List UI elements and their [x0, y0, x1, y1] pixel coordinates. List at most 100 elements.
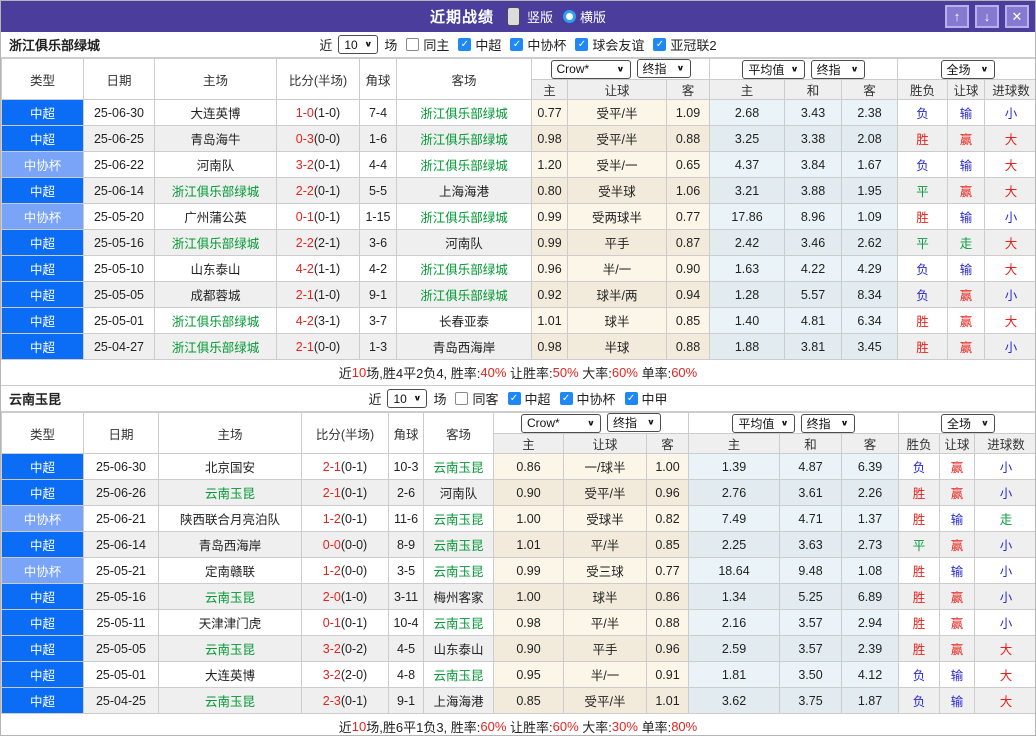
result-goals: 小: [983, 99, 1035, 126]
avg-away-odds: 2.94: [841, 609, 899, 636]
halftime-score: (0-1): [340, 615, 368, 630]
checkbox-checked[interactable]: ✓: [458, 38, 472, 51]
home-team-cell: 天津津门虎: [158, 609, 302, 636]
subcol-客: 客: [841, 79, 898, 100]
bookmaker-select-group: Crow* ∨ 终指 ∨: [531, 58, 710, 80]
avg-away-odds: 6.34: [841, 307, 898, 334]
bookmaker-select-group-select-1[interactable]: 终指 ∨: [636, 59, 691, 79]
record-summary: 近 10 场,胜4平2负4, 胜率: 40% 让胜率: 50% 大率: 60% 单率: 60…: [1, 360, 1035, 386]
average-select-group-select-1[interactable]: 终指 ∨: [800, 413, 855, 433]
bookmaker-select-group-select-1[interactable]: 终指 ∨: [607, 413, 661, 433]
matches-table: 类型 日期 主场 比分(半场) 角球 客场 Crow* ∨ 终指 ∨ 平均值 ∨ 终指 ∨ 全场 ∨ 主让球客主…: [1, 412, 1035, 714]
score-cell: 1-0(1-0): [276, 99, 360, 126]
avg-home-odds: 1.88: [709, 333, 785, 360]
col-日期: 日期: [83, 58, 155, 100]
result-handicap: 赢: [939, 609, 975, 636]
halftime-score: (2-1): [313, 235, 341, 250]
match-count-select[interactable]: 10 ∨: [338, 35, 379, 54]
subcol-进球数: 进球数: [973, 433, 1035, 454]
league-type-cell: 中超: [1, 255, 84, 282]
radio-selected-icon[interactable]: [506, 7, 520, 26]
checkbox-checked[interactable]: ✓: [653, 38, 667, 51]
league-type-cell: 中超: [1, 99, 84, 126]
score-cell: 4-2(1-1): [276, 255, 360, 282]
average-select-group-select-0[interactable]: 平均值 ∨: [742, 59, 805, 79]
league-filter-label: 球会友谊: [592, 38, 645, 53]
summary-part: 大率:: [578, 720, 612, 735]
result-winlose: 胜: [898, 583, 940, 610]
checkbox-checked[interactable]: ✓: [510, 38, 524, 51]
avg-home-odds: 1.63: [709, 255, 785, 282]
corners-cell: 1-15: [359, 203, 397, 230]
checkbox-unchecked[interactable]: [455, 392, 469, 405]
summary-part: 40%: [480, 365, 507, 380]
checkbox-checked[interactable]: ✓: [624, 392, 638, 405]
handicap-home-odds: 1.20: [531, 151, 568, 178]
match-row: 中协杯 25-05-20 广州蒲公英 0-1(0-1) 1-15 浙江俱乐部绿城 0.99 受…: [1, 203, 1035, 230]
handicap-line: 受两球半: [567, 203, 667, 230]
move-up-button[interactable]: ↑: [945, 5, 969, 28]
bookmaker-select-group-select-0[interactable]: Crow* ∨: [521, 413, 601, 433]
corners-cell: 5-5: [359, 177, 397, 204]
radio-unselected-icon[interactable]: [563, 10, 576, 23]
league-type-cell: 中超: [1, 177, 84, 204]
result-goals: 小: [973, 453, 1035, 480]
result-handicap: 输: [939, 505, 975, 532]
fulltime-select-group: 全场 ∨: [896, 58, 1035, 80]
chevron-down-icon: ∨: [586, 418, 595, 428]
checkbox-checked[interactable]: ✓: [559, 392, 573, 405]
move-down-button[interactable]: ↓: [975, 5, 999, 28]
result-goals: 大: [973, 661, 1035, 688]
checkbox-checked[interactable]: ✓: [507, 392, 521, 405]
home-team-cell: 云南玉昆: [158, 583, 302, 610]
summary-part: 10: [351, 365, 367, 380]
handicap-home-odds: 0.90: [493, 635, 564, 662]
result-handicap: 赢: [947, 333, 985, 360]
radio-horizontal-layout[interactable]: 横版: [563, 7, 606, 26]
result-winlose: 平: [897, 177, 948, 204]
handicap-away-odds: 0.86: [646, 583, 689, 610]
fulltime-select-group-select-0[interactable]: 全场 ∨: [940, 59, 995, 79]
bookmaker-select-group-select-0[interactable]: Crow* ∨: [550, 59, 631, 79]
corners-cell: 4-4: [359, 151, 397, 178]
date-cell: 25-05-05: [83, 635, 159, 662]
date-cell: 25-06-30: [83, 99, 155, 126]
home-team-cell: 大连英博: [158, 661, 302, 688]
avg-home-odds: 1.40: [709, 307, 785, 334]
avg-home-odds: 2.68: [709, 99, 785, 126]
subcol-让球: 让球: [563, 433, 647, 454]
league-type-cell: 中超: [1, 531, 84, 558]
col-角球: 角球: [359, 58, 397, 100]
col-比分(半场): 比分(半场): [276, 58, 360, 100]
handicap-home-odds: 0.80: [531, 177, 568, 204]
away-team-cell: 上海海港: [423, 687, 494, 714]
corners-cell: 2-6: [388, 479, 424, 506]
radio-vertical-layout[interactable]: 竖版: [504, 7, 553, 26]
result-handicap: 赢: [939, 479, 975, 506]
corners-cell: 3-5: [388, 557, 424, 584]
handicap-line: 半球: [567, 333, 667, 360]
subcol-进球数: 进球数: [983, 79, 1035, 100]
result-goals: 大: [983, 255, 1035, 282]
fulltime-select-group-select-0[interactable]: 全场 ∨: [941, 413, 995, 433]
average-select-group-select-0[interactable]: 平均值 ∨: [732, 413, 795, 433]
checkbox-checked[interactable]: ✓: [575, 38, 589, 51]
result-winlose: 胜: [897, 203, 948, 230]
avg-home-odds: 1.39: [688, 453, 780, 480]
fulltime-score: 0-1: [322, 615, 341, 630]
corners-cell: 7-4: [359, 99, 397, 126]
avg-away-odds: 1.09: [841, 203, 898, 230]
average-select-group-select-1[interactable]: 终指 ∨: [810, 59, 865, 79]
handicap-line: 受球半: [563, 505, 647, 532]
subcol-主: 主: [688, 433, 780, 454]
summary-part: 单率:: [637, 366, 672, 381]
match-count-select[interactable]: 10 ∨: [387, 389, 428, 408]
handicap-away-odds: 1.01: [646, 687, 689, 714]
col-日期: 日期: [83, 412, 159, 454]
handicap-line: 受平/半: [563, 479, 647, 506]
checkbox-unchecked[interactable]: [406, 38, 420, 51]
chevron-down-icon: ∨: [364, 40, 373, 49]
score-cell: 2-2(2-1): [276, 229, 360, 256]
chevron-down-icon: ∨: [413, 394, 422, 403]
close-button[interactable]: ✕: [1005, 5, 1029, 28]
